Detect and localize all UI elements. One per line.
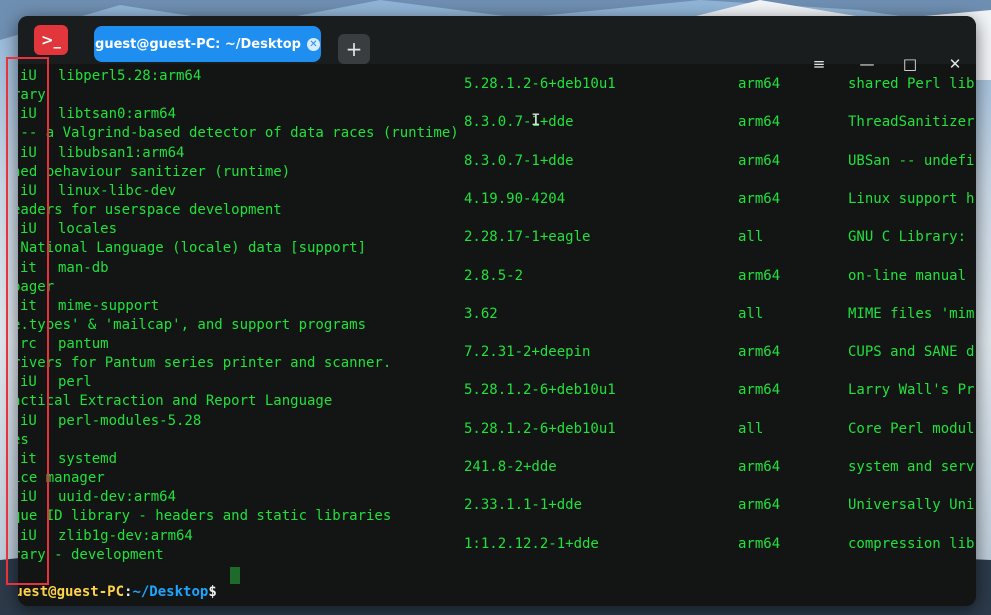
package-version: 5.28.1.2-6+deb10u1 [464, 382, 616, 399]
package-version: 5.28.1.2-6+deb10u1 [464, 420, 616, 437]
tab-close-icon[interactable]: ✕ [306, 37, 320, 51]
package-name: zlib1g-dev:arm64 [58, 527, 193, 544]
package-description: Core Perl modul [848, 420, 975, 437]
package-description-continuation: ned behaviour sanitizer (runtime) [18, 163, 291, 180]
package-version: 8.3.0.7-1+dde [464, 152, 574, 169]
package-version: 241.8-2+dde [464, 459, 557, 475]
package-description: compression lib [848, 535, 975, 552]
package-arch: arm64 [738, 382, 781, 399]
package-description: Linux support h [848, 190, 975, 207]
package-arch: arm64 [738, 190, 781, 207]
package-arch: all [738, 305, 764, 322]
package-arch: arm64 [738, 535, 781, 552]
package-description: on-line manual [848, 267, 967, 284]
title-bar: >_ guest@guest-PC: ~/Desktop ✕ + ≡ — □ ✕ [18, 16, 976, 73]
package-description: Larry Wall's Pr [848, 382, 975, 399]
package-arch: arm64 [738, 152, 781, 169]
package-description: system and serv [848, 459, 975, 475]
package-arch: arm64 [738, 459, 781, 475]
package-name: libubsan1:arm64 [58, 144, 185, 161]
package-version: 7.2.31-2+deepin [464, 344, 591, 361]
tab-terminal[interactable]: guest@guest-PC: ~/Desktop ✕ [94, 26, 321, 62]
shell-prompt: guest@guest-PC:~/Desktop$ [18, 584, 217, 600]
package-name: linux-libc-dev [58, 182, 177, 199]
package-version: 2.8.5-2 [464, 267, 524, 284]
package-name: pantum [58, 336, 109, 353]
package-arch: arm64 [738, 344, 781, 361]
mouse-ibeam-icon: I [531, 110, 541, 129]
package-name: mime-support [58, 297, 160, 314]
package-arch: arm64 [738, 114, 781, 131]
package-name: uuid-dev:arm64 [58, 489, 177, 506]
package-description: GNU C Library: [848, 229, 967, 246]
package-description: CUPS and SANE d [848, 344, 975, 361]
package-name: locales [58, 221, 118, 238]
package-name: libperl5.28:arm64 [58, 68, 202, 84]
package-version: 3.62 [464, 305, 498, 322]
package-description: Universally Uni [848, 497, 975, 514]
package-arch: all [738, 229, 764, 246]
package-version: 1:1.2.12.2-1+dde [464, 535, 599, 552]
terminal-output[interactable]: iU libperl5.28:arm64 5.28.1.2-6+deb10u1 arm… [18, 64, 976, 606]
package-description-continuation: National Language (locale) data [support… [18, 240, 367, 257]
package-version: 8.3.0.7-1+dde [464, 114, 574, 131]
add-tab-button[interactable]: + [338, 34, 370, 64]
package-arch: all [738, 420, 764, 437]
package-version: 2.28.17-1+eagle [464, 229, 591, 246]
package-description: MIME files 'mim [848, 305, 975, 322]
package-description-continuation: e.types' & 'mailcap', and support progra… [18, 316, 367, 333]
package-description-continuation: -- a Valgrind-based detector of data rac… [18, 125, 459, 142]
package-version: 4.19.90-4204 [464, 190, 566, 207]
terminal-app-icon[interactable]: >_ [34, 25, 68, 55]
package-name: libtsan0:arm64 [58, 106, 177, 123]
prompt-symbol: $ [208, 584, 217, 600]
package-version: 2.33.1.1-1+dde [464, 497, 583, 514]
package-description-continuation: eaders for userspace development [18, 201, 282, 218]
package-description-continuation: que ID library - headers and static libr… [18, 508, 392, 525]
package-arch: arm64 [738, 497, 781, 514]
package-description: shared Perl lib [848, 76, 975, 92]
package-name: perl [58, 374, 92, 391]
package-description: UBSan -- undefi [848, 152, 975, 169]
package-description-continuation: rivers for Pantum series printer and sca… [18, 355, 392, 372]
terminal-window: >_ guest@guest-PC: ~/Desktop ✕ + ≡ — □ ✕… [18, 16, 976, 606]
package-version: 5.28.1.2-6+deb10u1 [464, 76, 616, 92]
package-name: systemd [58, 451, 118, 467]
status-column-highlight [6, 57, 49, 585]
prompt-user: guest@guest-PC [18, 584, 125, 600]
package-description: ThreadSanitizer [848, 114, 975, 131]
package-name: perl-modules-5.28 [58, 412, 202, 429]
tab-title: guest@guest-PC: ~/Desktop [95, 36, 301, 52]
package-description-continuation: actical Extraction and Report Language [18, 393, 333, 410]
text-cursor [230, 567, 240, 584]
package-name: man-db [58, 259, 109, 276]
package-arch: arm64 [738, 267, 781, 284]
package-arch: arm64 [738, 76, 781, 92]
prompt-path: ~/Desktop [132, 584, 209, 600]
